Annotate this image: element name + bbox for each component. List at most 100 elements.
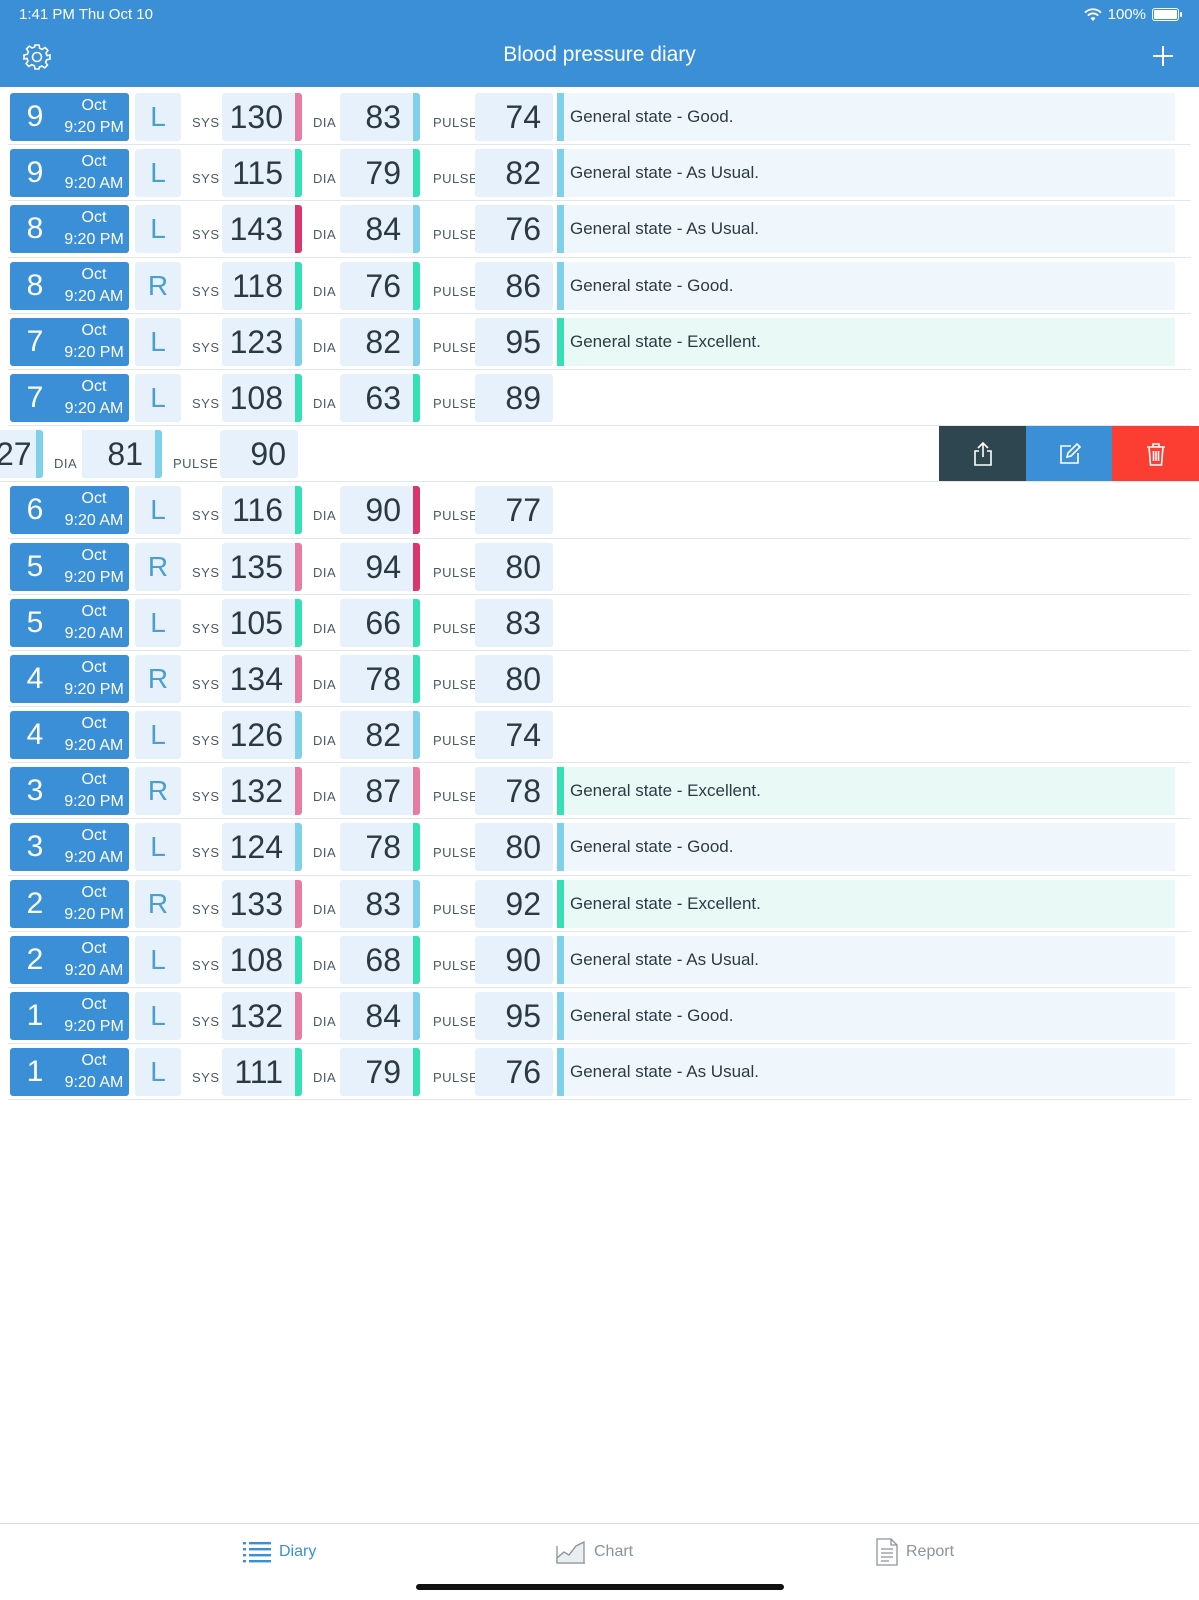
date-badge: 5 Oct 9:20 AM [10, 598, 129, 647]
arm-indicator: R [135, 879, 181, 928]
pulse-label: PULSE [433, 564, 479, 580]
tab-chart[interactable]: Chart [556, 1536, 633, 1568]
document-icon [876, 1538, 898, 1566]
date-badge: 7 Oct 9:20 PM [10, 317, 129, 366]
diary-entry-row[interactable]: 7 Oct 9:20 AM L SYS 108 DIA 63 PULSE 89 [8, 370, 1191, 427]
entry-month: Oct [81, 996, 107, 1013]
entry-time: 9:20 AM [64, 1074, 124, 1092]
entry-time: 9:20 PM [64, 793, 124, 811]
edit-button[interactable] [1026, 426, 1113, 482]
diary-entry-row[interactable]: 5 Oct 9:20 AM L SYS 105 DIA 66 PULSE 83 [8, 595, 1191, 651]
diary-entry-row[interactable]: 3 Oct 9:20 PM R SYS 132 DIA 87 PULSE 78 … [8, 763, 1191, 820]
diary-entry-row[interactable]: 5 Oct 9:20 PM R SYS 135 DIA 94 PULSE 80 [8, 539, 1191, 595]
systolic-indicator [295, 935, 302, 984]
entry-time: 9:20 PM [64, 231, 124, 249]
status-time: 1:41 PM Thu Oct 10 [19, 6, 153, 23]
diastolic-value: 76 [340, 261, 413, 310]
add-entry-button[interactable] [1151, 44, 1175, 68]
pulse-label: PULSE [433, 845, 479, 861]
battery-percent: 100% [1107, 6, 1146, 23]
date-badge: 1 Oct 9:20 AM [10, 1048, 129, 1097]
diary-entry-row[interactable]: 9 Oct 9:20 PM L SYS 130 DIA 83 PULSE 74 … [8, 89, 1191, 146]
systolic-value: 134 [222, 654, 295, 703]
diary-entry-row[interactable]: 4 Oct 9:20 PM R SYS 134 DIA 78 PULSE 80 [8, 651, 1191, 708]
systolic-indicator [295, 879, 302, 928]
diary-entry-row[interactable]: 1 Oct 9:20 PM L SYS 132 DIA 84 PULSE 95 … [8, 988, 1191, 1045]
date-badge: 3 Oct 9:20 PM [10, 767, 129, 816]
entry-day: 7 [26, 324, 44, 358]
diary-entry-row[interactable]: 8 Oct 9:20 PM L SYS 143 DIA 84 PULSE 76 … [8, 201, 1191, 258]
systolic-indicator [295, 992, 302, 1040]
systolic-indicator [295, 767, 302, 816]
date-badge: 7 Oct 9:20 AM [10, 373, 129, 422]
diary-entry-row[interactable]: 9 Oct 9:20 AM L SYS 115 DIA 79 PULSE 82 … [8, 145, 1191, 202]
diastolic-indicator [413, 542, 420, 591]
dia-label: DIA [313, 395, 337, 411]
arm-indicator: L [135, 1048, 181, 1097]
pulse-value: 90 [220, 430, 298, 479]
diastolic-indicator [413, 205, 420, 254]
pulse-value: 80 [475, 823, 553, 872]
entry-day: 8 [26, 268, 44, 302]
systolic-value: 105 [222, 598, 295, 647]
diastolic-indicator [413, 373, 420, 422]
edit-icon [1059, 442, 1081, 464]
systolic-indicator [295, 711, 302, 760]
entry-month: Oct [81, 883, 107, 901]
entry-month: Oct [81, 827, 107, 845]
diary-entry-row[interactable]: 3 Oct 9:20 AM L SYS 124 DIA 78 PULSE 80 … [8, 819, 1191, 876]
diary-entry-row[interactable]: 8 Oct 9:20 AM R SYS 118 DIA 76 PULSE 86 … [8, 258, 1191, 314]
tab-report[interactable]: Report [876, 1536, 954, 1568]
tab-diary[interactable]: Diary [243, 1536, 316, 1568]
status-indicators: 100% [1083, 6, 1182, 23]
date-badge: 3 Oct 9:20 AM [10, 823, 129, 872]
arm-indicator: L [135, 992, 181, 1040]
wifi-icon [1083, 7, 1102, 21]
diary-entry-row[interactable]: 2 Oct 9:20 AM L SYS 108 DIA 68 PULSE 90 … [8, 932, 1191, 988]
entry-day: 9 [26, 156, 44, 190]
sys-label: SYS [192, 171, 220, 187]
diastolic-value: 63 [340, 373, 413, 422]
pulse-value: 90 [475, 935, 553, 984]
systolic-value: 116 [222, 486, 295, 535]
diary-entry-row[interactable]: 1 Oct 9:20 AM L SYS 111 DIA 79 PULSE 76 … [8, 1044, 1191, 1101]
date-badge: 8 Oct 9:20 AM [10, 261, 129, 310]
entry-day: 3 [26, 774, 44, 808]
sys-label: SYS [192, 395, 220, 411]
pulse-value: 95 [475, 992, 553, 1040]
date-badge: 4 Oct 9:20 AM [10, 711, 129, 760]
diastolic-indicator [413, 992, 420, 1040]
pulse-label: PULSE [173, 456, 219, 472]
sys-label: SYS [192, 115, 220, 130]
systolic-value: 124 [222, 823, 295, 872]
sys-label: SYS [192, 564, 220, 580]
diary-entry-row[interactable]: 7 Oct 9:20 PM L SYS 123 DIA 82 PULSE 95 … [8, 314, 1191, 370]
pulse-label: PULSE [433, 901, 479, 917]
entry-time: 9:20 PM [64, 568, 124, 586]
pulse-value: 80 [475, 542, 553, 591]
share-button[interactable] [939, 426, 1026, 482]
entry-time: 9:20 AM [64, 849, 124, 867]
diary-entry-row[interactable]: 4 Oct 9:20 AM L SYS 126 DIA 82 PULSE 74 [8, 707, 1191, 764]
date-badge: 9 Oct 9:20 AM [10, 149, 129, 198]
systolic-indicator [295, 317, 302, 366]
note-text: General state - As Usual. [557, 1048, 1175, 1097]
diary-entry-row[interactable]: 6 Oct 9:20 AM L SYS 116 DIA 90 PULSE 77 [8, 482, 1191, 539]
sys-label: SYS [192, 1070, 220, 1086]
swiped-row[interactable]: 27 DIA 81 PULSE 90 [0, 426, 1199, 483]
sys-label: SYS [192, 845, 220, 861]
entry-month: Oct [81, 771, 107, 789]
pulse-label: PULSE [433, 227, 479, 243]
diastolic-value: 79 [340, 1048, 413, 1097]
diastolic-indicator [413, 486, 420, 535]
chart-icon [556, 1540, 585, 1564]
date-badge: 9 Oct 9:20 PM [10, 93, 129, 141]
diary-entry-row[interactable]: 2 Oct 9:20 PM R SYS 133 DIA 83 PULSE 92 … [8, 876, 1191, 932]
systolic-value: 111 [222, 1048, 295, 1097]
entry-time: 9:20 AM [64, 175, 124, 193]
systolic-value: 27 [0, 430, 36, 479]
delete-button[interactable] [1112, 426, 1199, 482]
dia-label: DIA [313, 733, 337, 749]
arm-indicator: L [135, 205, 181, 254]
diastolic-indicator [413, 93, 420, 141]
